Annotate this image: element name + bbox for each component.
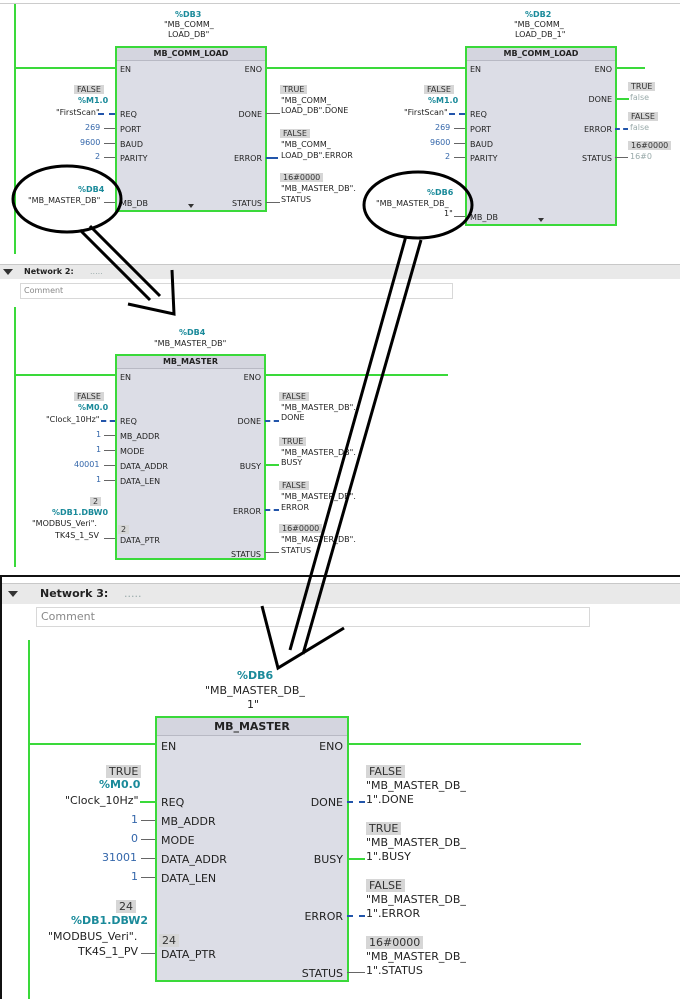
annotation-overlay bbox=[11, 164, 474, 671]
annotation-circle-db4 bbox=[11, 164, 123, 234]
annotation-arrow-db6 bbox=[260, 235, 423, 671]
annotation-arrow-db4 bbox=[78, 224, 176, 316]
annotation-circle-db6 bbox=[362, 170, 474, 240]
